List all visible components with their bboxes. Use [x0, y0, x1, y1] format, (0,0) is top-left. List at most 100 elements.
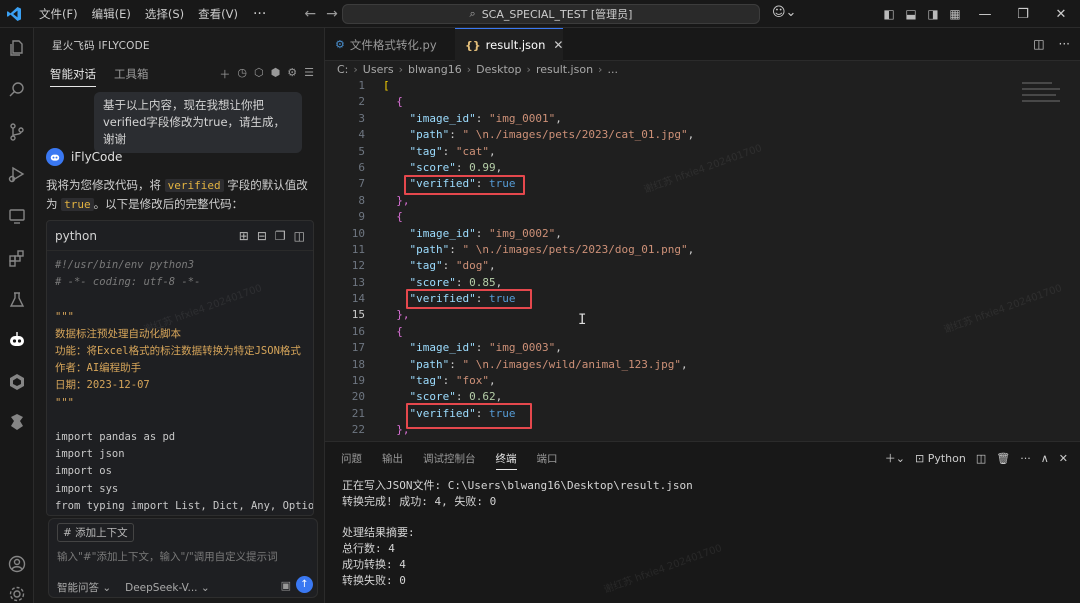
code-line: from typing import List, Dict, Any, Opti…: [55, 499, 314, 512]
toggle-primary-sidebar-icon[interactable]: ◧: [878, 7, 900, 21]
line-number: 7: [358, 177, 365, 191]
json-editor[interactable]: 1 2 3 4 5 6 7 8 9 10 11 12 13 14 15 16 17 18 19 20 21 22 [ { …: [325, 78, 1080, 440]
history-icon[interactable]: ◷: [237, 66, 247, 82]
search-icon[interactable]: [0, 76, 34, 104]
list-icon[interactable]: ☰: [304, 66, 314, 82]
menu-item[interactable]: 文件(F): [32, 6, 85, 22]
panel-tab[interactable]: 输出: [382, 451, 403, 470]
breadcrumb-item[interactable]: Desktop: [476, 63, 521, 76]
model-label: DeepSeek-V...: [125, 581, 198, 594]
split-icon[interactable]: ◫: [294, 229, 305, 243]
menu-item[interactable]: 选择(S): [138, 6, 191, 22]
send-icon[interactable]: ↑: [296, 576, 313, 593]
tab-file-convert-py[interactable]: ⚙ 文件格式转化.py: [325, 28, 449, 61]
bot-header: iFlyCode: [46, 148, 122, 166]
close-panel-icon[interactable]: ✕: [1059, 452, 1068, 465]
minimize-icon[interactable]: —: [966, 7, 1004, 22]
breadcrumb-item[interactable]: blwang16: [408, 63, 462, 76]
terminal-profile[interactable]: ⊡ Python: [915, 452, 966, 465]
insert-icon[interactable]: ⊞: [239, 229, 249, 243]
nav-arrows: ← →: [304, 6, 337, 22]
tab-label: result.json: [485, 38, 546, 52]
tab-toolbox[interactable]: 工具箱: [114, 66, 149, 87]
command-center-search[interactable]: ⌕ SCA_SPECIAL_TEST [管理员]: [342, 4, 760, 24]
diff-icon[interactable]: ⊟: [257, 229, 267, 243]
minimap[interactable]: [1022, 78, 1066, 118]
line-number: 15: [351, 308, 365, 322]
code-content[interactable]: [ { "image_id": "img_0001", "path": " \n…: [383, 78, 694, 439]
panel-tab[interactable]: 端口: [537, 451, 558, 470]
new-terminal-icon[interactable]: ＋⌄: [885, 450, 905, 466]
tab-result-json[interactable]: {} result.json ✕: [455, 28, 563, 61]
line-number: 5: [358, 144, 365, 158]
more-actions-icon[interactable]: ···: [1059, 37, 1070, 51]
chat-input-box[interactable]: # 添加上下文 输入"#"添加上下文，输入"/"调用自定义提示词 智能问答 ⌄ …: [48, 518, 318, 598]
run-debug-icon[interactable]: [0, 160, 34, 188]
close-window-icon[interactable]: ✕: [1042, 7, 1080, 22]
remote-explorer-icon[interactable]: [0, 202, 34, 230]
code-token: :: [442, 259, 456, 273]
model-select[interactable]: DeepSeek-V... ⌄: [125, 582, 210, 594]
menu-bar: 文件(F) 编辑(E) 选择(S) 查看(V) ···: [32, 6, 274, 22]
testing-icon[interactable]: [0, 286, 34, 314]
account-icon[interactable]: [0, 550, 34, 578]
plugin-icon[interactable]: [0, 408, 34, 436]
shield-icon[interactable]: ⬡: [254, 66, 264, 82]
terminal-output[interactable]: 正在写入JSON文件: C:\Users\blwang16\Desktop\re…: [342, 478, 693, 603]
trash-icon[interactable]: 🗑: [996, 452, 1010, 465]
json-key: "path": [409, 128, 450, 142]
breadcrumb-item[interactable]: result.json: [536, 63, 593, 76]
panel-tab[interactable]: 调试控制台: [423, 451, 476, 470]
add-context-chip[interactable]: # 添加上下文: [57, 523, 134, 542]
code-token: :: [455, 160, 470, 174]
mode-select[interactable]: 智能问答 ⌄: [57, 580, 111, 595]
more-menu-icon[interactable]: ···: [245, 6, 274, 22]
explorer-icon[interactable]: [0, 34, 34, 62]
menu-item[interactable]: 查看(V): [191, 6, 245, 22]
manage-gear-icon[interactable]: [0, 580, 34, 603]
copilot-icon[interactable]: ☺⌄: [772, 5, 796, 20]
breadcrumb-item[interactable]: C:: [337, 63, 348, 76]
code-line: 数据标注预处理自动化脚本: [55, 327, 181, 340]
split-editor-icon[interactable]: ◫: [1033, 37, 1044, 51]
breadcrumb-item[interactable]: ...: [607, 63, 618, 76]
chat-input-placeholder[interactable]: 输入"#"添加上下文，输入"/"调用自定义提示词: [57, 549, 278, 564]
forward-arrow-icon[interactable]: →: [326, 6, 338, 22]
settings-gear-icon[interactable]: ⚙: [287, 66, 297, 82]
toggle-panel-icon[interactable]: ⬓: [900, 7, 922, 21]
close-tab-icon[interactable]: ✕: [553, 38, 563, 52]
cube-icon[interactable]: [0, 368, 34, 396]
iflycode-robot-icon[interactable]: [0, 326, 34, 354]
code-line: import os: [55, 465, 112, 478]
more-icon[interactable]: ···: [1020, 452, 1031, 465]
back-arrow-icon[interactable]: ←: [304, 6, 316, 22]
json-value: "img_0001": [488, 111, 556, 125]
breadcrumb-separator-icon: ›: [466, 62, 472, 76]
split-terminal-icon[interactable]: ◫: [976, 452, 986, 465]
customize-layout-icon[interactable]: ▦: [944, 7, 966, 21]
restore-icon[interactable]: ❐: [1004, 7, 1042, 22]
menu-item[interactable]: 编辑(E): [85, 6, 138, 22]
inline-code-verified: verified: [164, 179, 224, 192]
breadcrumb-item[interactable]: Users: [363, 63, 394, 76]
hexagon-icon[interactable]: ⬢: [271, 66, 281, 82]
add-icon[interactable]: ＋: [219, 66, 230, 82]
panel-tab[interactable]: 终端: [495, 451, 517, 470]
code-line: import sys: [55, 482, 119, 495]
tab-smart-chat[interactable]: 智能对话: [50, 66, 96, 87]
code-block: python ⊞ ⊟ ❐ ◫ #!/usr/bin/env python3 # -…: [46, 220, 314, 516]
image-upload-icon[interactable]: ▣: [281, 579, 291, 592]
code-line: 作者：AI编程助手: [55, 362, 142, 375]
extensions-icon[interactable]: [0, 244, 34, 272]
mode-label: 智能问答: [57, 582, 99, 594]
panel-tab[interactable]: 问题: [341, 451, 362, 470]
code-line: """: [55, 396, 74, 409]
maximize-panel-icon[interactable]: ∧: [1041, 452, 1049, 465]
toggle-secondary-sidebar-icon[interactable]: ◨: [922, 7, 944, 21]
code-line: "path": " \n./images/wild/animal_123.jpg…: [383, 357, 694, 373]
copy-icon[interactable]: ❐: [275, 229, 286, 243]
json-key: "tag": [409, 374, 443, 388]
source-control-icon[interactable]: [0, 118, 34, 146]
code-token: :: [455, 390, 470, 404]
